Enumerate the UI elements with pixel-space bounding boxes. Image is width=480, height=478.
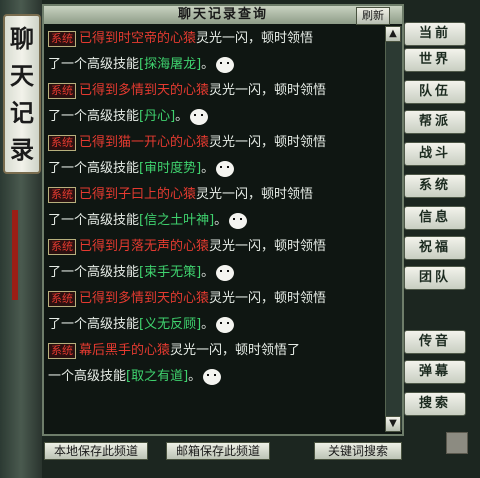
smiley-icon bbox=[203, 368, 222, 385]
message-end: 。 bbox=[188, 369, 202, 384]
system-tag: 系统 bbox=[48, 82, 76, 99]
skill-name[interactable]: [取之有道] bbox=[126, 369, 188, 384]
skill-name[interactable]: [探海屠龙] bbox=[139, 57, 201, 72]
skill-name[interactable]: [审时度势] bbox=[139, 161, 201, 176]
smiley-icon bbox=[216, 160, 235, 177]
channel-button[interactable]: 当前 bbox=[404, 22, 466, 46]
channel-button[interactable]: 世界 bbox=[404, 48, 466, 72]
message-prefix: 已得到多情到天的 bbox=[79, 291, 184, 306]
channel-button[interactable]: 系统 bbox=[404, 174, 466, 198]
smiley-icon bbox=[216, 316, 235, 333]
channel-button[interactable]: 传音 bbox=[404, 330, 466, 354]
system-tag: 系统 bbox=[48, 30, 76, 47]
system-tag: 系统 bbox=[48, 186, 76, 203]
smiley-icon bbox=[216, 264, 235, 281]
smiley-icon bbox=[190, 108, 209, 125]
message-prefix: 已得到猫一开心的 bbox=[79, 135, 184, 150]
window-title: 聊天记录查询 bbox=[44, 6, 402, 24]
scrollbar-track[interactable] bbox=[385, 26, 402, 430]
message-mid: 灵光一闪，顿时领悟 bbox=[196, 187, 314, 202]
channel-button[interactable]: 帮派 bbox=[404, 110, 466, 134]
message-prefix: 已得到月落无声的 bbox=[79, 239, 184, 254]
skill-name[interactable]: [义无反顾] bbox=[139, 317, 201, 332]
tassel-decoration bbox=[12, 210, 18, 300]
side-title-char: 录 bbox=[10, 134, 34, 164]
message-prefix: 已得到子曰上的 bbox=[79, 187, 171, 202]
system-tag: 系统 bbox=[48, 342, 76, 359]
channel-button[interactable]: 团队 bbox=[404, 266, 466, 290]
save-local-button[interactable]: 本地保存此频道 bbox=[44, 442, 148, 460]
system-tag: 系统 bbox=[48, 238, 76, 255]
refresh-button[interactable]: 刷新 bbox=[356, 7, 390, 25]
message-line2: 了一个高级技能 bbox=[48, 109, 140, 124]
channel-button[interactable]: 信息 bbox=[404, 206, 466, 230]
down-arrow-icon[interactable]: ▼ bbox=[385, 416, 401, 432]
seal-icon bbox=[446, 432, 468, 454]
side-title-char: 天 bbox=[10, 60, 34, 90]
channel-button[interactable]: 战斗 bbox=[404, 142, 466, 166]
side-title-scroll: 聊 天 记 录 bbox=[3, 14, 41, 174]
up-arrow-icon[interactable]: ▲ bbox=[385, 26, 401, 42]
message-mind: 心猿 bbox=[170, 187, 197, 202]
message-mind: 心猿 bbox=[183, 291, 210, 306]
message-line2: 了一个高级技能 bbox=[48, 161, 140, 176]
message-end: 。 bbox=[175, 109, 189, 124]
message-line2: 了一个高级技能 bbox=[48, 265, 140, 280]
message-mid: 灵光一闪，顿时领悟 bbox=[209, 83, 327, 98]
message-mind: 心猿 bbox=[170, 31, 197, 46]
side-title-char: 记 bbox=[10, 97, 34, 127]
channel-button[interactable]: 祝福 bbox=[404, 236, 466, 260]
message-mid: 灵光一闪，顿时领悟 bbox=[209, 291, 327, 306]
skill-name[interactable]: [束手无策] bbox=[139, 265, 201, 280]
message-mid: 灵光一闪，顿时领悟 bbox=[209, 135, 327, 150]
system-tag: 系统 bbox=[48, 290, 76, 307]
channel-button[interactable]: 队伍 bbox=[404, 80, 466, 104]
channel-button[interactable]: 弹幕 bbox=[404, 360, 466, 384]
message-mid: 灵光一闪，顿时领悟 bbox=[209, 239, 327, 254]
message-end: 。 bbox=[201, 161, 215, 176]
message-line2: 一个高级技能 bbox=[48, 369, 127, 384]
system-tag: 系统 bbox=[48, 134, 76, 151]
message-end: 。 bbox=[201, 317, 215, 332]
message-end: 。 bbox=[201, 57, 215, 72]
smiley-icon bbox=[229, 212, 248, 229]
message-prefix: 已得到多情到天的 bbox=[79, 83, 184, 98]
smiley-icon bbox=[216, 56, 235, 73]
message-prefix: 幕后黑手的 bbox=[79, 343, 145, 358]
channel-button[interactable]: 搜索 bbox=[404, 392, 466, 416]
message-prefix: 已得到时空帝的 bbox=[79, 31, 171, 46]
message-line2: 了一个高级技能 bbox=[48, 317, 140, 332]
message-end: 。 bbox=[201, 265, 215, 280]
message-mid: 灵光一闪，顿时领悟 bbox=[196, 31, 314, 46]
save-mail-button[interactable]: 邮箱保存此频道 bbox=[166, 442, 270, 460]
message-line2: 了一个高级技能 bbox=[48, 57, 140, 72]
side-title-char: 聊 bbox=[10, 23, 34, 53]
message-line2: 了一个高级技能 bbox=[48, 213, 140, 228]
message-mind: 心猿 bbox=[183, 135, 210, 150]
message-mind: 心猿 bbox=[144, 343, 171, 358]
message-mind: 心猿 bbox=[183, 239, 210, 254]
message-mid: 灵光一闪，顿时领悟了 bbox=[170, 343, 301, 358]
skill-name[interactable]: [信之土叶神] bbox=[139, 213, 214, 228]
message-end: 。 bbox=[214, 213, 228, 228]
message-list: 系统 已得到时空帝的心猿灵光一闪，顿时领悟 了一个高级技能[探海屠龙]。 系统 已得到多… bbox=[48, 26, 378, 426]
keyword-search-button[interactable]: 关键词搜索 bbox=[314, 442, 402, 460]
message-mind: 心猿 bbox=[183, 83, 210, 98]
skill-name[interactable]: [丹心] bbox=[139, 109, 175, 124]
